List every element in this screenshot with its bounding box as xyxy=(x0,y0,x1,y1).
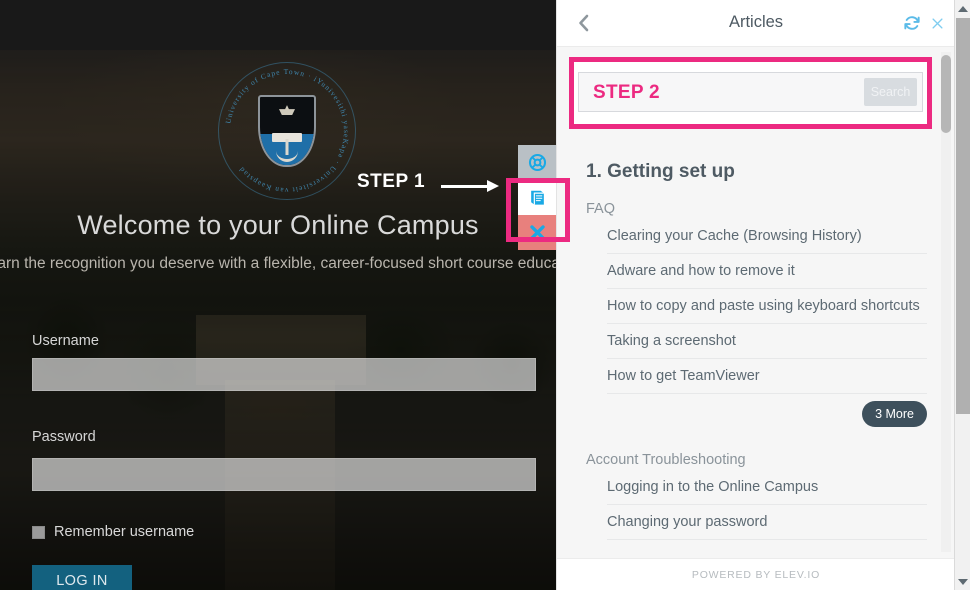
category-heading: 1. Getting set up xyxy=(586,161,735,182)
list-item[interactable]: How to get TeamViewer xyxy=(607,359,927,394)
article-group-account-troubleshooting: Logging in to the Online Campus Changing… xyxy=(607,470,927,558)
panel-title: Articles xyxy=(728,13,784,31)
launcher-help-button[interactable] xyxy=(518,145,556,180)
search-input-value[interactable]: STEP 2 xyxy=(593,82,660,104)
step-1-annotation-label: STEP 1 xyxy=(357,171,426,192)
username-input[interactable] xyxy=(32,358,536,391)
chevron-up-icon xyxy=(958,5,968,12)
chevron-down-icon xyxy=(958,578,968,585)
remember-username-label: Remember username xyxy=(54,524,195,540)
close-panel-button[interactable] xyxy=(927,13,947,33)
scroll-down-button[interactable] xyxy=(955,573,970,590)
remember-username-row[interactable]: Remember username xyxy=(32,524,194,540)
username-label: Username xyxy=(32,333,99,349)
page-title: Welcome to your Online Campus xyxy=(77,210,479,240)
list-item[interactable]: Logging in to the Online Campus xyxy=(607,470,927,505)
arrow-head xyxy=(487,180,499,192)
panel-footer: POWERED BY ELEV.IO xyxy=(557,558,954,590)
list-item[interactable]: Clearing your Cache (Browsing History) xyxy=(607,219,927,254)
powered-by-label: POWERED BY ELEV.IO xyxy=(691,568,821,581)
articles-panel: Articles STEP 2 Search 1. Getting set up… xyxy=(556,0,954,590)
article-group-faq: Clearing your Cache (Browsing History) A… xyxy=(607,219,927,394)
browser-scrollbar[interactable] xyxy=(954,0,970,590)
scroll-up-button[interactable] xyxy=(955,0,970,17)
crest-lamp-icon xyxy=(279,105,295,116)
log-in-button[interactable]: LOG IN xyxy=(32,565,132,590)
close-icon xyxy=(931,17,943,29)
university-crest: University of Cape Town · iYunivesithi y… xyxy=(218,62,356,200)
password-input[interactable] xyxy=(32,458,536,491)
group-heading-account-troubleshooting: Account Troubleshooting xyxy=(586,452,746,468)
more-row: 3 More xyxy=(607,394,927,434)
group-heading-faq: FAQ xyxy=(586,201,616,217)
online-campus-page: University of Cape Town · iYunivesithi y… xyxy=(0,0,556,590)
panel-header: Articles xyxy=(557,0,954,47)
page-subtitle: Earn the recognition you deserve with a … xyxy=(0,255,556,272)
step-1-highlight-box xyxy=(506,178,570,242)
panel-scrollbar-thumb[interactable] xyxy=(941,55,951,133)
search-field[interactable]: STEP 2 Search xyxy=(578,72,923,112)
list-item[interactable]: Taking a screenshot xyxy=(607,324,927,359)
search-button[interactable]: Search xyxy=(864,78,917,106)
list-item[interactable]: Changing your password xyxy=(607,505,927,540)
remember-username-checkbox[interactable] xyxy=(32,525,45,539)
password-label: Password xyxy=(32,429,96,445)
step-1-arrow-icon xyxy=(441,180,499,193)
browser-scrollbar-thumb[interactable] xyxy=(956,18,970,414)
list-item-partial[interactable] xyxy=(607,540,927,558)
crest-shield xyxy=(258,95,316,167)
articles-list-body[interactable]: 1. Getting set up FAQ Clearing your Cach… xyxy=(557,139,954,558)
arrow-shaft xyxy=(441,185,489,188)
show-more-badge[interactable]: 3 More xyxy=(862,401,927,427)
refresh-button[interactable] xyxy=(902,13,922,33)
list-item[interactable]: Adware and how to remove it xyxy=(607,254,927,289)
list-item[interactable]: How to copy and paste using keyboard sho… xyxy=(607,289,927,324)
refresh-icon xyxy=(904,16,920,30)
campus-top-bar xyxy=(0,0,556,50)
lifebuoy-icon xyxy=(528,153,546,172)
